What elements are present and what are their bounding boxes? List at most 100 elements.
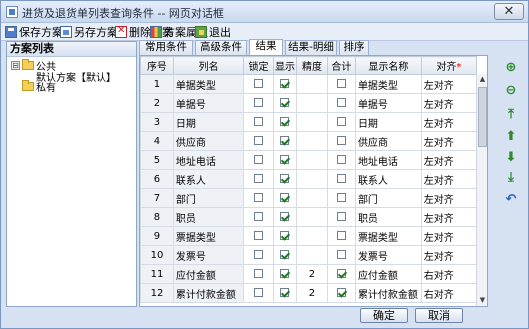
show-checkbox[interactable] [280, 250, 290, 259]
display-name-cell[interactable]: 供应商 [354, 131, 422, 151]
locked-cell[interactable] [243, 245, 274, 265]
show-checkbox[interactable] [280, 288, 290, 297]
locked-cell[interactable] [243, 264, 274, 284]
show-checkbox[interactable] [280, 155, 290, 164]
locked-cell[interactable] [243, 131, 274, 151]
sum-checkbox[interactable] [336, 231, 346, 240]
scroll-down-icon[interactable]: ▼ [477, 295, 488, 306]
exit-button[interactable]: 退出 [195, 24, 231, 40]
move-bottom-button[interactable]: ⤓ [501, 167, 521, 187]
show-checkbox[interactable] [280, 193, 290, 202]
locked-checkbox[interactable] [254, 250, 264, 259]
locked-cell[interactable] [243, 188, 274, 208]
sum-checkbox[interactable] [336, 136, 346, 145]
precision-cell[interactable]: 2 [296, 264, 328, 284]
locked-cell[interactable] [243, 283, 274, 303]
col-header-no[interactable]: 序号 [140, 56, 174, 75]
locked-cell[interactable] [243, 93, 274, 113]
locked-cell[interactable] [243, 169, 274, 189]
sum-cell[interactable] [326, 264, 356, 284]
align-cell[interactable]: 左对齐 [420, 226, 478, 246]
locked-checkbox[interactable] [254, 231, 264, 240]
locked-checkbox[interactable] [254, 212, 264, 221]
locked-cell[interactable] [243, 74, 274, 94]
align-cell[interactable]: 左对齐 [420, 131, 478, 151]
align-cell[interactable]: 左对齐 [420, 188, 478, 208]
col-header-align[interactable]: 对齐* [420, 56, 478, 75]
align-cell[interactable]: 右对齐 [420, 264, 478, 284]
locked-cell[interactable] [243, 112, 274, 132]
align-cell[interactable]: 左对齐 [420, 112, 478, 132]
display-name-cell[interactable]: 单据号 [354, 93, 422, 113]
sum-checkbox[interactable] [336, 174, 346, 183]
display-name-cell[interactable]: 累计付款金额 [354, 283, 422, 303]
locked-checkbox[interactable] [254, 98, 264, 107]
precision-cell[interactable] [296, 188, 328, 208]
precision-cell[interactable] [296, 169, 328, 189]
show-cell[interactable] [272, 93, 298, 113]
add-row-button[interactable]: ⊕ [501, 57, 521, 77]
display-name-cell[interactable]: 发票号 [354, 245, 422, 265]
save-as-scheme-button[interactable]: 另存方案 [60, 24, 118, 40]
delete-row-button[interactable]: ⊖ [501, 80, 521, 100]
display-name-cell[interactable]: 地址电话 [354, 150, 422, 170]
scrollbar-thumb[interactable] [478, 87, 487, 147]
sum-cell[interactable] [326, 188, 356, 208]
sum-cell[interactable] [326, 283, 356, 303]
table-row[interactable]: 10 发票号 发票号 左对齐 [140, 245, 478, 265]
sum-checkbox[interactable] [336, 117, 346, 126]
precision-cell[interactable] [296, 207, 328, 227]
locked-checkbox[interactable] [254, 155, 264, 164]
close-button[interactable]: ✕ [494, 3, 524, 20]
tab-advanced-conditions[interactable]: 高级条件 [195, 40, 247, 55]
display-name-cell[interactable]: 部门 [354, 188, 422, 208]
display-name-cell[interactable]: 日期 [354, 112, 422, 132]
precision-cell[interactable] [296, 74, 328, 94]
show-cell[interactable] [272, 112, 298, 132]
tree-node-private[interactable]: 私有 [22, 79, 56, 94]
precision-cell[interactable] [296, 131, 328, 151]
show-cell[interactable] [272, 188, 298, 208]
title-bar[interactable]: 进货及退货单列表查询条件 -- 网页对话框 ✕ [1, 1, 528, 23]
sum-checkbox[interactable] [336, 193, 346, 202]
collapse-toggle-icon[interactable]: ⊟ [11, 60, 20, 70]
ok-button[interactable]: 确定 [360, 308, 408, 323]
show-checkbox[interactable] [280, 117, 290, 126]
align-cell[interactable]: 左对齐 [420, 74, 478, 94]
sum-cell[interactable] [326, 93, 356, 113]
show-checkbox[interactable] [280, 79, 290, 88]
show-cell[interactable] [272, 150, 298, 170]
table-row[interactable]: 5 地址电话 地址电话 左对齐 [140, 150, 478, 170]
table-row[interactable]: 9 票据类型 票据类型 左对齐 [140, 226, 478, 246]
table-row[interactable]: 1 单据类型 单据类型 左对齐 [140, 74, 478, 94]
show-checkbox[interactable] [280, 174, 290, 183]
show-cell[interactable] [272, 283, 298, 303]
sum-checkbox[interactable] [336, 98, 346, 107]
sum-checkbox[interactable] [336, 155, 346, 164]
show-cell[interactable] [272, 207, 298, 227]
sum-cell[interactable] [326, 169, 356, 189]
show-cell[interactable] [272, 226, 298, 246]
sum-checkbox[interactable] [336, 269, 346, 278]
locked-checkbox[interactable] [254, 136, 264, 145]
scroll-up-icon[interactable]: ▲ [477, 74, 488, 85]
grid-vertical-scrollbar[interactable]: ▲ ▼ [476, 74, 487, 306]
show-checkbox[interactable] [280, 98, 290, 107]
precision-cell[interactable] [296, 93, 328, 113]
table-row[interactable]: 2 单据号 单据号 左对齐 [140, 93, 478, 113]
sum-cell[interactable] [326, 245, 356, 265]
sum-cell[interactable] [326, 207, 356, 227]
table-row[interactable]: 8 职员 职员 左对齐 [140, 207, 478, 227]
undo-button[interactable]: ↶ [501, 189, 521, 209]
col-header-show[interactable]: 显示 [272, 56, 298, 75]
locked-checkbox[interactable] [254, 269, 264, 278]
table-row[interactable]: 4 供应商 供应商 左对齐 [140, 131, 478, 151]
table-row[interactable]: 6 联系人 联系人 左对齐 [140, 169, 478, 189]
move-up-button[interactable]: ⬆ [501, 126, 521, 146]
show-cell[interactable] [272, 245, 298, 265]
save-scheme-button[interactable]: 保存方案 [5, 24, 63, 40]
show-checkbox[interactable] [280, 212, 290, 221]
locked-checkbox[interactable] [254, 193, 264, 202]
table-row[interactable]: 3 日期 日期 左对齐 [140, 112, 478, 132]
display-name-cell[interactable]: 票据类型 [354, 226, 422, 246]
